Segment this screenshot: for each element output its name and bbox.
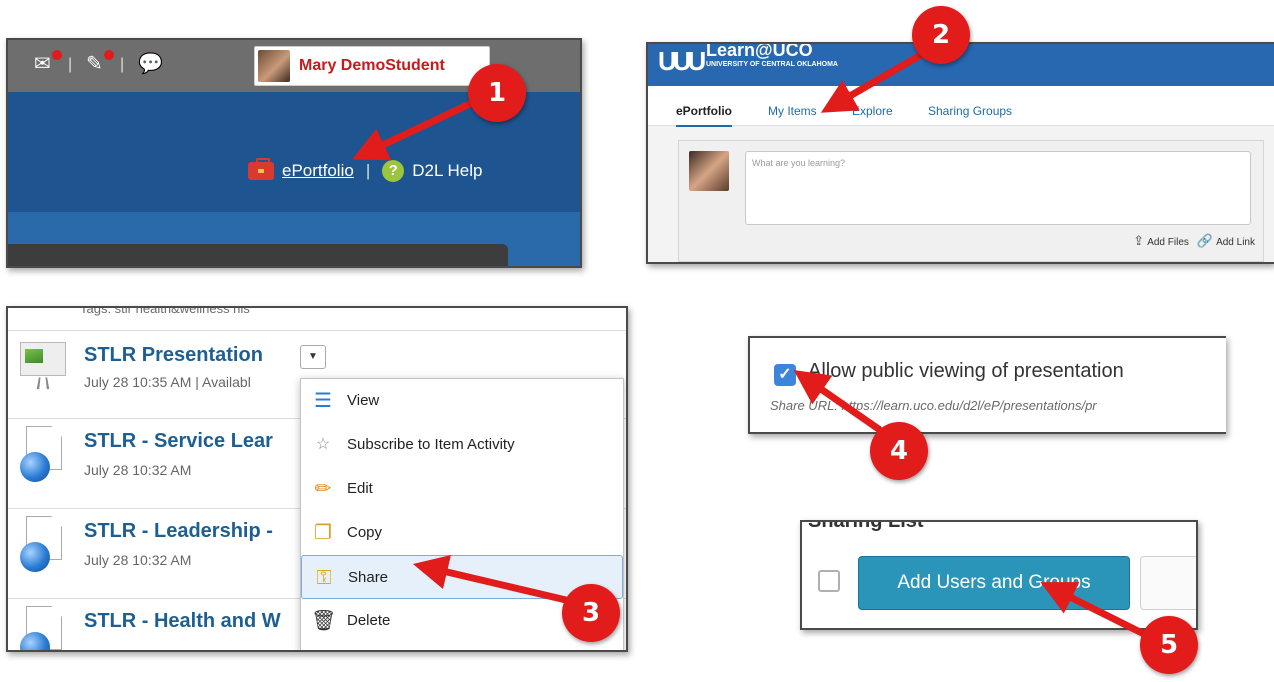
callout-arrow-5 <box>1040 582 1150 640</box>
callout-badge-3: 3 <box>562 584 620 642</box>
callout-arrow-4 <box>793 370 882 433</box>
callout-arrow-1 <box>352 96 480 161</box>
callout-arrows <box>352 48 1150 640</box>
callout-badge-5: 5 <box>1140 616 1198 674</box>
callout-badge-2: 2 <box>912 6 970 64</box>
callout-badge-4: 4 <box>870 422 928 480</box>
callout-badge-1: 1 <box>468 64 526 122</box>
callout-arrow-3 <box>412 554 567 604</box>
callout-arrow-2 <box>820 48 928 113</box>
